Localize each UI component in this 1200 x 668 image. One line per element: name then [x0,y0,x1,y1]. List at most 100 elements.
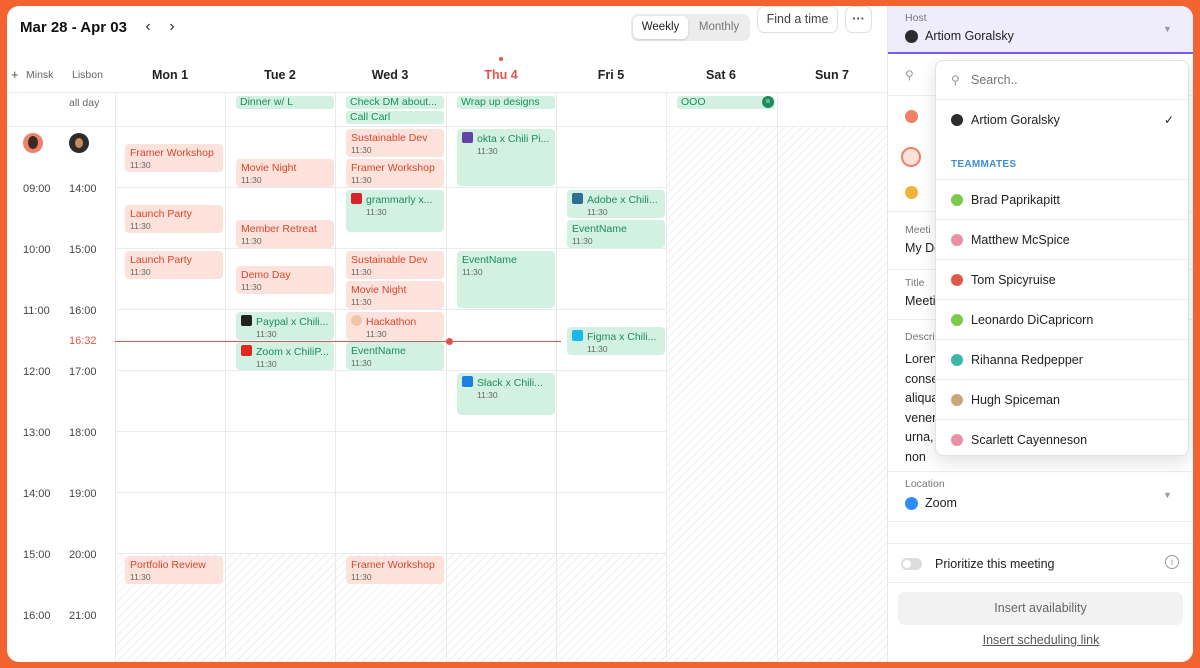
grid-line [7,92,887,93]
calendar-event[interactable]: Portfolio Review 11:30 [125,556,223,584]
option-label: Scarlett Cayenneson [971,433,1088,447]
option-label: Rihanna Redpepper [971,353,1083,367]
prioritize-toggle[interactable] [901,558,922,570]
teammate-option[interactable]: Matthew McSpice [936,219,1188,259]
teammate-option[interactable]: Brad Paprikapitt [936,179,1188,219]
chevron-down-icon[interactable]: ▼ [1163,490,1172,500]
meeting-label: Meeti [905,224,931,236]
avatar [951,274,963,286]
day-header-sat[interactable]: Sat 6 [666,62,776,92]
allday-event[interactable]: OOO [677,96,775,109]
location-field[interactable]: Location Zoom ▼ [888,472,1193,522]
prioritize-row: Prioritize this meeting i [888,543,1193,583]
calendar-event[interactable]: Paypal x Chili... 11:30 [236,312,334,340]
calendar-event[interactable]: Sustainable Dev 11:30 [346,129,444,157]
event-time: 11:30 [351,175,372,185]
allday-event[interactable]: Call Carl [346,111,444,124]
calendar-event[interactable]: Framer Workshop 11:30 [346,556,444,584]
day-header-mon[interactable]: Mon 1 [115,62,225,92]
calendar-event[interactable]: Launch Party 11:30 [125,251,223,279]
day-header-tue[interactable]: Tue 2 [225,62,335,92]
event-title: Sustainable Dev [351,132,428,144]
event-title: EventName [572,223,627,235]
next-week-icon[interactable]: › [163,18,181,36]
host-option-selected[interactable]: Artiom Goralsky ✓ [936,99,1188,139]
location-value: Zoom [925,496,957,510]
allday-event[interactable]: Wrap up designs [457,96,555,109]
day-header-thu[interactable]: Thu 4 [446,62,556,92]
description-line: conse [905,371,939,386]
prev-week-icon[interactable]: ‹ [139,18,157,36]
calendar-event[interactable]: Zoom x ChiliP... 11:30 [236,342,334,370]
calendar-event[interactable]: Member Retreat 11:30 [236,220,334,248]
location-label: Location [905,478,945,490]
grid-line [446,92,447,662]
allday-event[interactable]: Check DM about... [346,96,444,109]
teammate-option[interactable]: Hugh Spiceman [936,379,1188,419]
calendar-event[interactable]: Slack x Chili... 11:30 [457,373,555,415]
avatar [951,194,963,206]
day-header-fri[interactable]: Fri 5 [556,62,666,92]
option-label: Artiom Goralsky [971,113,1060,127]
view-toggle: Weekly Monthly [631,14,750,41]
event-title: Slack x Chili... [477,377,543,389]
avatar [901,147,921,167]
host-select[interactable]: Host Artiom Goralsky ▼ [888,6,1193,54]
calendar-event[interactable]: Adobe x Chili... 11:30 [567,190,665,218]
insert-scheduling-link[interactable]: Insert scheduling link [888,633,1193,647]
hour-label: 18:00 [69,427,97,439]
weekly-view-button[interactable]: Weekly [633,16,688,39]
description-line: vener [905,410,937,425]
search-icon: ⚲ [905,68,914,82]
add-timezone-icon[interactable]: + [11,67,19,82]
event-time: 11:30 [477,390,498,400]
calendar-event[interactable]: Figma x Chili... 11:30 [567,327,665,355]
calendar-event[interactable]: Framer Workshop 11:30 [346,159,444,187]
prioritize-label: Prioritize this meeting [935,557,1055,571]
wordpress-icon [572,193,583,204]
calendar-toolbar: Mar 28 - Apr 03 ‹ › Weekly Monthly Find … [7,6,887,50]
teammate-option[interactable]: Leonardo DiCapricorn [936,299,1188,339]
calendar-event[interactable]: Demo Day 11:30 [236,266,334,294]
check-icon: ✓ [1163,113,1174,127]
avatar [951,354,963,366]
hour-label: 21:00 [69,610,97,622]
title-value: Meeti [905,294,936,308]
avatar [951,234,963,246]
calendar-event[interactable]: grammarly x... 11:30 [346,190,444,232]
event-time: 11:30 [130,160,151,170]
host-search-input[interactable] [971,69,1171,91]
calendar-event[interactable]: EventName 11:30 [567,220,665,248]
description-line: non [905,449,926,464]
hour-label: 14:00 [69,183,97,195]
calendar-event[interactable]: Movie Night 11:30 [346,281,444,309]
calendar-event[interactable]: Hackathon 11:30 [346,312,444,340]
insert-availability-button[interactable]: Insert availability [898,592,1183,625]
find-a-time-button[interactable]: Find a time [757,6,838,33]
event-title: Launch Party [130,208,192,220]
calendar-event[interactable]: okta x Chili Pi... 11:30 [457,129,555,186]
allday-event[interactable]: Dinner w/ L [236,96,334,109]
calendar-event[interactable]: EventName 11:30 [457,251,555,308]
day-header-wed[interactable]: Wed 3 [335,62,445,92]
day-header-sun[interactable]: Sun 7 [777,62,887,92]
monthly-view-button[interactable]: Monthly [690,16,748,39]
hour-label: 11:00 [23,305,50,317]
calendar-event[interactable]: EventName 11:30 [346,342,444,370]
info-icon[interactable]: i [1165,555,1179,569]
calendar-event[interactable]: Framer Workshop 11:30 [125,144,223,172]
event-title: Sustainable Dev [351,254,428,266]
teammate-option[interactable]: Tom Spicyruise [936,259,1188,299]
event-time: 11:30 [572,236,593,246]
event-title: Paypal x Chili... [256,316,329,328]
teammate-option[interactable]: Rihanna Redpepper [936,339,1188,379]
hour-label: 16:00 [69,305,97,317]
calendar-event[interactable]: Sustainable Dev 11:30 [346,251,444,279]
grid-line [666,92,667,662]
more-options-button[interactable]: ··· [845,6,872,33]
host-name: Artiom Goralsky [925,29,1014,43]
event-time: 11:30 [241,236,262,246]
calendar-event[interactable]: Launch Party 11:30 [125,205,223,233]
teammate-option[interactable]: Scarlett Cayenneson [936,419,1188,455]
calendar-event[interactable]: Movie Night 11:30 [236,159,334,187]
